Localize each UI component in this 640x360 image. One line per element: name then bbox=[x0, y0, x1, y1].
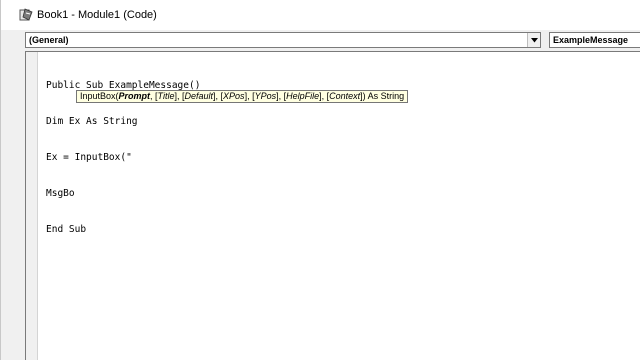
tooltip-sep: ], [ bbox=[213, 91, 224, 101]
title-bar: Book1 - Module1 (Code) bbox=[1, 0, 640, 30]
tooltip-param-helpfile: HelpFile bbox=[286, 91, 320, 101]
code-area[interactable]: Public Sub ExampleMessage() Dim Ex As St… bbox=[46, 56, 200, 260]
code-editor[interactable]: Public Sub ExampleMessage() Dim Ex As St… bbox=[25, 51, 640, 360]
margin-indicator-bar[interactable] bbox=[26, 52, 38, 360]
tooltip-sep: ], [ bbox=[319, 91, 330, 101]
procedure-combo-value: ExampleMessage bbox=[553, 35, 629, 45]
code-toolbar: (General) ExampleMessage bbox=[25, 30, 640, 50]
tooltip-sep: ], [ bbox=[244, 91, 255, 101]
tooltip-prefix: InputBox( bbox=[80, 91, 119, 101]
vba-module-icon bbox=[19, 8, 33, 22]
code-line[interactable]: Ex = InputBox(" bbox=[46, 152, 200, 164]
code-line[interactable]: End Sub bbox=[46, 224, 200, 236]
object-combo-value: (General) bbox=[29, 35, 69, 45]
code-line[interactable]: MsgBo bbox=[46, 188, 200, 200]
tooltip-param-default: Default bbox=[184, 91, 214, 101]
vba-editor-window: Book1 - Module1 (Code) (General) Example… bbox=[0, 0, 640, 360]
tooltip-sep: ], [ bbox=[174, 91, 185, 101]
tooltip-suffix: ]) As String bbox=[360, 91, 405, 101]
code-line[interactable]: Dim Ex As String bbox=[46, 116, 200, 128]
tooltip-active-param: Prompt bbox=[118, 91, 151, 101]
tooltip-param-ypos: YPos bbox=[254, 91, 277, 101]
tooltip-sep: , [ bbox=[150, 91, 158, 101]
tooltip-param-title: Title bbox=[157, 91, 175, 101]
tooltip-sep: ], [ bbox=[276, 91, 287, 101]
procedure-combo[interactable]: ExampleMessage bbox=[549, 32, 640, 48]
object-combo[interactable]: (General) bbox=[25, 32, 541, 48]
chevron-down-icon[interactable] bbox=[527, 33, 540, 47]
parameter-info-tooltip: InputBox(Prompt, [Title], [Default], [XP… bbox=[76, 90, 409, 103]
window-title: Book1 - Module1 (Code) bbox=[37, 9, 157, 21]
tooltip-param-context: Context bbox=[329, 91, 361, 101]
tooltip-param-xpos: XPos bbox=[223, 91, 245, 101]
